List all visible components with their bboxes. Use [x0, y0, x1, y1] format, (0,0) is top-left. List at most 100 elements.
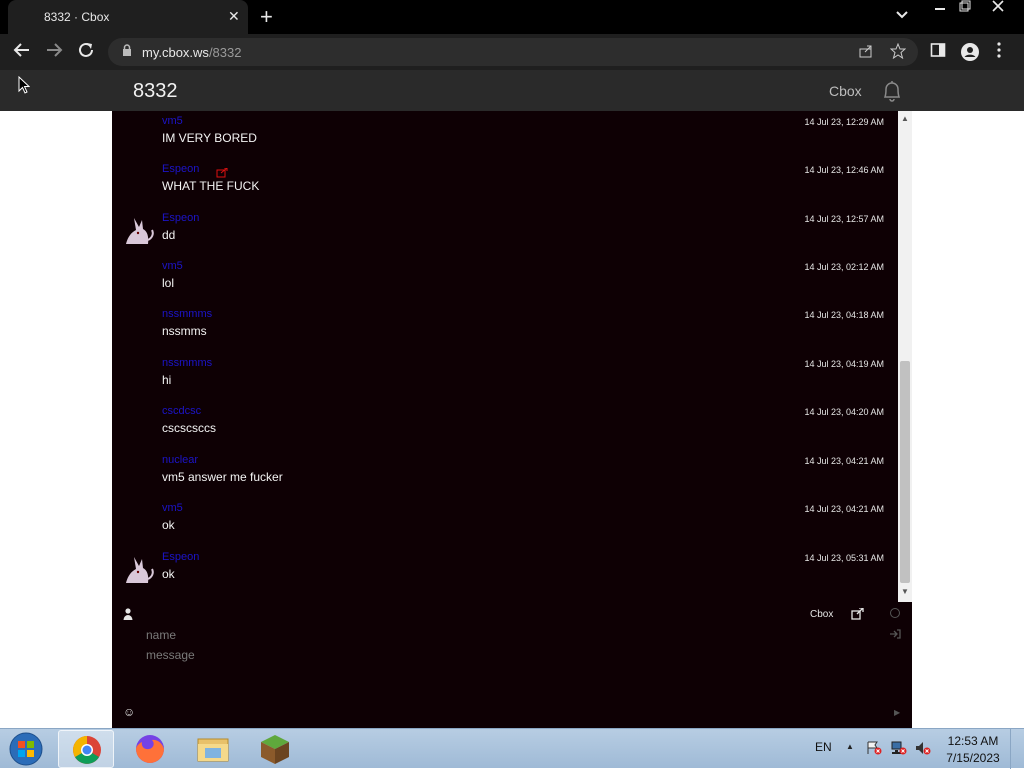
side-panel-icon[interactable]: [930, 42, 946, 61]
tab-search-chevron-icon[interactable]: [896, 8, 908, 22]
message-text: nssmms: [162, 324, 207, 338]
bookmark-star-icon[interactable]: [889, 42, 907, 62]
chat-message: vm5 IM VERY BORED 14 Jul 23, 12:29 AM: [112, 111, 898, 159]
tab-close-icon[interactable]: ✕: [228, 8, 240, 25]
chat-message: vm5 lol 14 Jul 23, 02:12 AM: [112, 256, 898, 304]
share-icon[interactable]: [858, 43, 874, 62]
taskbar-file-explorer[interactable]: [185, 730, 241, 768]
bell-icon[interactable]: [880, 79, 904, 108]
external-link-icon[interactable]: [216, 165, 228, 178]
message-timestamp: 14 Jul 23, 04:19 AM: [804, 359, 884, 369]
chat-message: cscdcsc cscscsccs 14 Jul 23, 04:20 AM: [112, 401, 898, 449]
message-text: ok: [162, 518, 175, 532]
popout-icon[interactable]: [851, 607, 864, 625]
clock-time[interactable]: 12:53 AM: [944, 734, 1002, 748]
show-desktop-button[interactable]: [1010, 729, 1024, 769]
name-input[interactable]: [146, 626, 866, 644]
chat-message: vm5 ok 14 Jul 23, 04:21 AM: [112, 498, 898, 546]
clock-date[interactable]: 7/15/2023: [944, 751, 1002, 765]
chat-message: nssmmms hi 14 Jul 23, 04:19 AM: [112, 353, 898, 401]
taskbar-minecraft[interactable]: [247, 730, 303, 768]
mouse-cursor-icon: [18, 75, 31, 99]
message-username[interactable]: Espeon: [162, 551, 199, 563]
chat-message: nssmmms nssmms 14 Jul 23, 04:18 AM: [112, 304, 898, 352]
status-circle-icon[interactable]: [890, 608, 900, 618]
post-form: Cbox ☺ ▶: [112, 602, 912, 728]
taskbar-firefox[interactable]: [122, 730, 178, 768]
message-input[interactable]: [146, 648, 886, 688]
url-text: my.cbox.ws/8332: [142, 45, 241, 60]
message-timestamp: 14 Jul 23, 05:31 AM: [804, 553, 884, 563]
message-username[interactable]: nssmmms: [162, 357, 212, 369]
message-username[interactable]: vm5: [162, 115, 183, 127]
chat-message: Espeon WHAT THE FUCK 14 Jul 23, 12:46 AM: [112, 159, 898, 207]
message-text: IM VERY BORED: [162, 131, 257, 145]
chat-box: vm5 IM VERY BORED 14 Jul 23, 12:29 AM Es…: [112, 111, 912, 728]
tab-title: 8332 · Cbox: [44, 10, 110, 24]
message-text: WHAT THE FUCK: [162, 179, 260, 193]
chat-message: nuclear vm5 answer me fucker 14 Jul 23, …: [112, 450, 898, 498]
message-timestamp: 14 Jul 23, 04:20 AM: [804, 407, 884, 417]
language-indicator[interactable]: EN: [815, 740, 832, 754]
forward-arrow-icon[interactable]: [43, 41, 65, 63]
message-username[interactable]: Espeon: [162, 212, 199, 224]
close-window-icon[interactable]: [986, 0, 1010, 18]
taskbar-chrome[interactable]: [58, 730, 114, 768]
page-title: 8332: [133, 80, 178, 102]
restore-window-icon[interactable]: [953, 0, 977, 18]
message-timestamp: 14 Jul 23, 12:57 AM: [804, 214, 884, 224]
address-bar[interactable]: my.cbox.ws/8332: [108, 38, 918, 66]
message-text: hi: [162, 373, 172, 387]
message-text: cscscsccs: [162, 421, 216, 435]
scroll-down-arrow-icon[interactable]: ▼: [901, 587, 909, 596]
scroll-up-arrow-icon[interactable]: ▲: [901, 114, 909, 123]
start-button[interactable]: [6, 731, 46, 767]
back-arrow-icon[interactable]: [11, 41, 33, 63]
message-scrollbar[interactable]: ▲ ▼: [898, 111, 912, 602]
send-arrow-icon[interactable]: ▶: [894, 708, 900, 717]
message-list: vm5 IM VERY BORED 14 Jul 23, 12:29 AM Es…: [112, 111, 898, 602]
reload-icon[interactable]: [75, 41, 97, 63]
browser-tabstrip: 8332 · Cbox ✕ +: [0, 0, 1024, 34]
message-timestamp: 14 Jul 23, 02:12 AM: [804, 262, 884, 272]
url-path: /8332: [208, 45, 242, 60]
message-timestamp: 14 Jul 23, 12:46 AM: [804, 165, 884, 175]
message-timestamp: 14 Jul 23, 04:21 AM: [804, 456, 884, 466]
new-tab-button[interactable]: +: [260, 4, 273, 30]
message-timestamp: 14 Jul 23, 12:29 AM: [804, 117, 884, 127]
login-icon[interactable]: [890, 629, 901, 642]
message-text: dd: [162, 228, 176, 242]
espeon-avatar[interactable]: [120, 214, 156, 250]
chat-message: Espeon ok 14 Jul 23, 05:31 AM: [112, 547, 898, 595]
minimize-window-icon[interactable]: [928, 0, 952, 18]
browser-menu-icon[interactable]: [996, 42, 1002, 61]
message-username[interactable]: nuclear: [162, 454, 198, 466]
profile-avatar-icon[interactable]: [960, 42, 980, 65]
show-hidden-icons-icon[interactable]: ▲: [846, 742, 854, 751]
message-timestamp: 14 Jul 23, 04:21 AM: [804, 504, 884, 514]
network-icon[interactable]: [891, 741, 907, 755]
page-content: 8332 Cbox vm5 IM VERY BORED 14 Jul 23, 1…: [0, 70, 1024, 728]
message-username[interactable]: Espeon: [162, 163, 199, 175]
chat-message: Espeon dd 14 Jul 23, 12:57 AM: [112, 208, 898, 256]
scrollbar-thumb[interactable]: [900, 361, 910, 583]
action-center-flag-icon[interactable]: [866, 741, 882, 755]
cbox-footer-link[interactable]: Cbox: [810, 609, 833, 620]
message-username[interactable]: vm5: [162, 502, 183, 514]
volume-muted-icon[interactable]: [915, 741, 931, 755]
user-icon[interactable]: [123, 607, 133, 625]
message-text: ok: [162, 567, 175, 581]
cbox-header: 8332 Cbox: [0, 70, 1024, 111]
browser-toolbar: my.cbox.ws/8332: [0, 34, 1024, 70]
lock-icon[interactable]: [122, 44, 132, 60]
message-username[interactable]: nssmmms: [162, 308, 212, 320]
emoji-icon[interactable]: ☺: [123, 705, 135, 719]
espeon-avatar[interactable]: [120, 553, 156, 589]
message-username[interactable]: vm5: [162, 260, 183, 272]
message-text: vm5 answer me fucker: [162, 470, 283, 484]
message-text: lol: [162, 276, 175, 290]
cbox-link[interactable]: Cbox: [829, 83, 862, 99]
taskbar: EN ▲ 12:53 AM 7/15/2023: [0, 728, 1024, 769]
message-username[interactable]: cscdcsc: [162, 405, 201, 417]
browser-tab[interactable]: 8332 · Cbox ✕: [8, 0, 248, 34]
